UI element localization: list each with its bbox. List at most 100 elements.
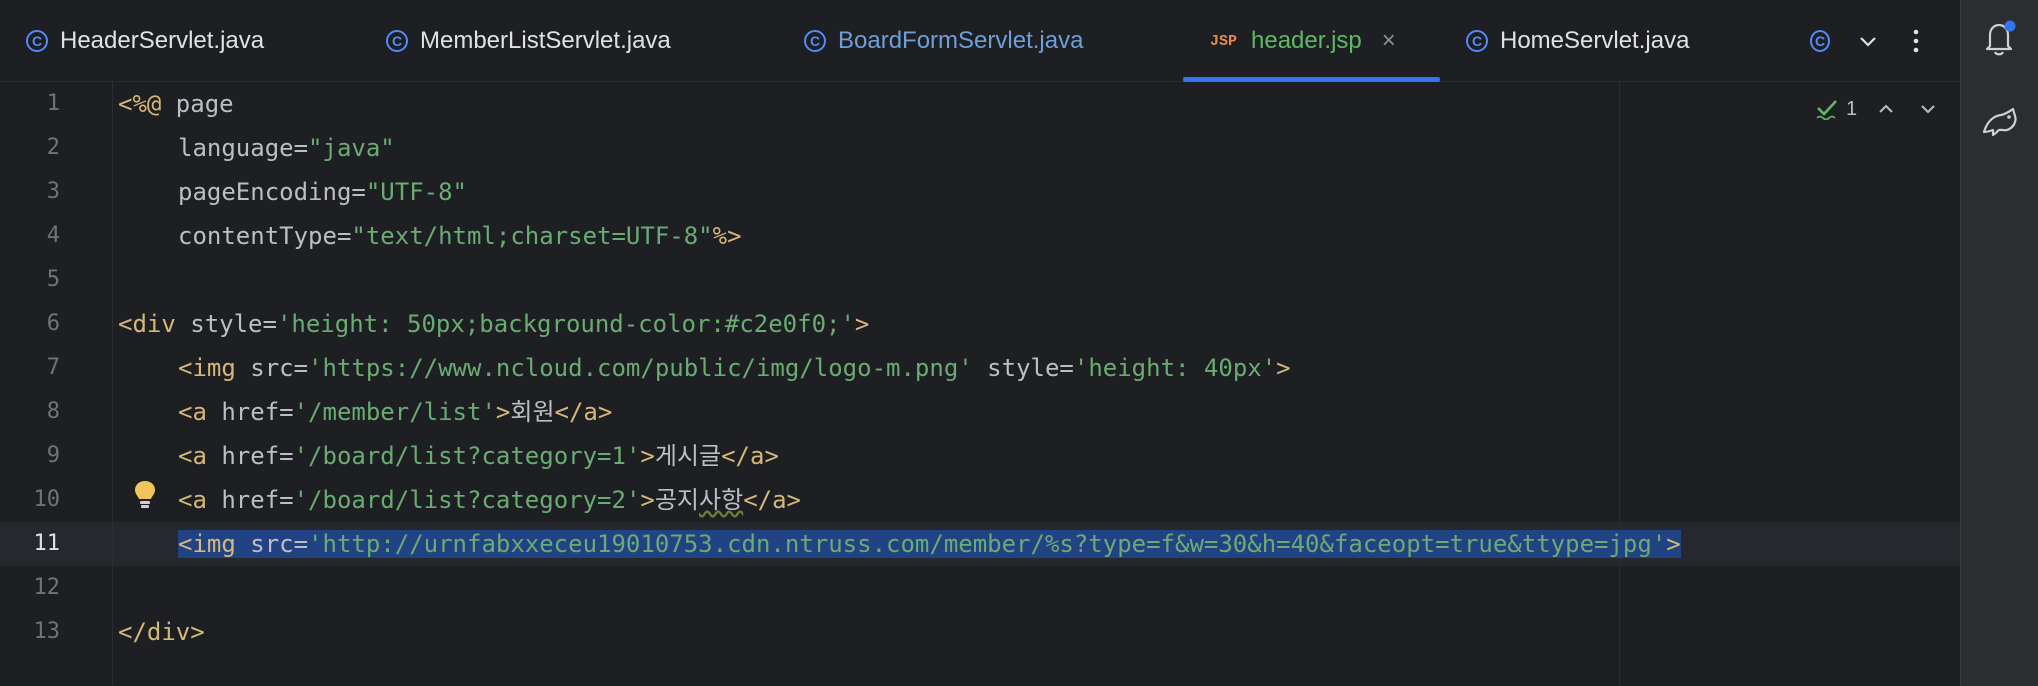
chevron-down-icon [1860,37,1876,47]
code-line: </div> [118,610,205,654]
line-number: 10 [33,487,61,512]
line-number: 3 [46,179,60,204]
line-number: 2 [46,135,60,160]
attribute-value: "java" [308,134,395,162]
attribute-name: src= [250,354,309,382]
attribute-value: 'height: 50px;background-color:#c2e0f0;' [276,310,855,338]
line-number: 7 [46,355,60,380]
more-options-button[interactable] [1900,0,1932,82]
line-number-gutter[interactable]: 1 2 3 4 5 6 7 8 9 10 11 12 13 [0,82,113,686]
class-icon: C [386,30,408,52]
tab-label: HeaderServlet.java [60,27,265,54]
chevron-up-icon[interactable] [1877,100,1895,118]
class-icon: C [804,30,826,52]
tag-close: </a> [721,442,779,470]
ai-assistant-button[interactable] [1980,102,2020,142]
dragon-icon [1982,107,2017,137]
line-number: 13 [33,619,61,644]
close-icon[interactable]: × [1382,27,1396,55]
attribute-name: src= [250,530,309,558]
attribute-name: contentType= [178,222,352,250]
tab-overflow-partial[interactable]: C [1810,0,1830,82]
line-number: 12 [33,575,61,600]
check-icon [1816,100,1837,120]
text-selection: <img src='http://urnfabxxeceu19010753.cd… [178,530,1681,558]
chevron-down-icon[interactable] [1919,100,1937,118]
tag-close: </div> [118,618,205,646]
code-line-selected: <img src='http://urnfabxxeceu19010753.cd… [118,522,1681,566]
code-editor[interactable]: 1 2 3 4 5 6 7 8 9 10 11 12 13 1 <%@ page… [0,82,1960,686]
tag-close: </a> [743,486,801,514]
directive-name: page [161,90,234,118]
attribute-value: 'https://www.ncloud.com/public/img/logo-… [308,354,973,382]
inspection-count: 1 [1846,97,1858,120]
code-line: <a href='/member/list'>회원</a> [118,390,612,434]
attribute-value: '/member/list' [293,398,496,426]
jsp-directive-open: <%@ [118,90,162,118]
tab-board-form-servlet[interactable]: C BoardFormServlet.java [804,0,1083,82]
line-number: 9 [46,443,60,468]
typo-warning-text: 사항 [699,486,744,514]
bell-icon [1985,20,2016,56]
tab-home-servlet[interactable]: C HomeServlet.java [1466,0,1689,82]
right-tool-strip [1960,0,2038,686]
tag-open: <a [178,442,222,470]
line-number: 1 [46,91,60,116]
tab-list-dropdown-button[interactable] [1852,0,1884,82]
tag-open: <a [178,398,222,426]
class-icon: C [1466,30,1488,52]
line-number: 6 [46,311,60,336]
code-line: <a href='/board/list?category=2'>공지사항</a… [118,478,801,522]
tag-close: </a> [554,398,613,426]
line-number: 8 [46,399,60,424]
code-line: <a href='/board/list?category=1'>게시글</a> [118,434,779,478]
code-line: pageEncoding="UTF-8" [118,170,467,214]
attribute-value: '/board/list?category=1' [293,442,641,470]
tag-end: > [1666,530,1681,558]
tab-label: BoardFormServlet.java [838,27,1084,54]
link-text: 게시글 [654,442,722,470]
attribute-value: 'http://urnfabxxeceu19010753.cdn.ntruss.… [308,530,1667,558]
jsp-directive-close: %> [712,222,742,250]
attribute-name: href= [221,398,294,426]
tag-open: <img [178,354,251,382]
code-line: <div style='height: 50px;background-colo… [118,302,869,346]
class-icon: C [26,30,48,52]
tab-label: HomeServlet.java [1500,27,1690,54]
tag-end: > [854,310,870,338]
tab-header-jsp[interactable]: JSP header.jsp × [1210,0,1396,82]
attribute-value: "UTF-8" [365,178,467,206]
tag-end: > [640,486,655,514]
tag-open: <div [118,310,191,338]
line-number-current: 11 [33,531,61,556]
tag-open: <img [178,530,251,558]
attribute-value: '/board/list?category=2' [293,486,641,514]
attribute-name: style= [190,310,277,338]
attribute-value: "text/html;charset=UTF-8" [351,222,713,250]
tab-label: MemberListServlet.java [420,27,671,54]
link-text: 회원 [510,398,555,426]
jsp-icon: JSP [1210,32,1238,50]
notifications-button[interactable] [1980,18,2020,58]
code-line: <img src='https://www.ncloud.com/public/… [118,346,1291,390]
code-line: contentType="text/html;charset=UTF-8"%> [118,214,742,258]
tag-end: > [640,442,655,470]
inspection-widget[interactable]: 1 [1816,94,1937,124]
attribute-value: 'height: 40px' [1073,354,1277,382]
code-line: language="java" [118,126,395,170]
tab-label: header.jsp [1251,27,1362,54]
link-text: 공지 [654,486,700,514]
attribute-name: href= [221,442,294,470]
attribute-name: href= [221,486,294,514]
attribute-name: pageEncoding= [178,178,366,206]
attribute-name: style= [972,354,1074,382]
tab-header-servlet[interactable]: C HeaderServlet.java [26,0,264,82]
tag-open: <a [178,486,222,514]
editor-tab-bar: C HeaderServlet.java C MemberListServlet… [0,0,1960,82]
right-margin-guide [1619,82,1620,686]
attribute-name: language= [178,134,309,162]
more-vertical-icon [1913,29,1919,53]
tag-end: > [1276,354,1291,382]
tag-end: > [495,398,511,426]
tab-member-list-servlet[interactable]: C MemberListServlet.java [386,0,671,82]
